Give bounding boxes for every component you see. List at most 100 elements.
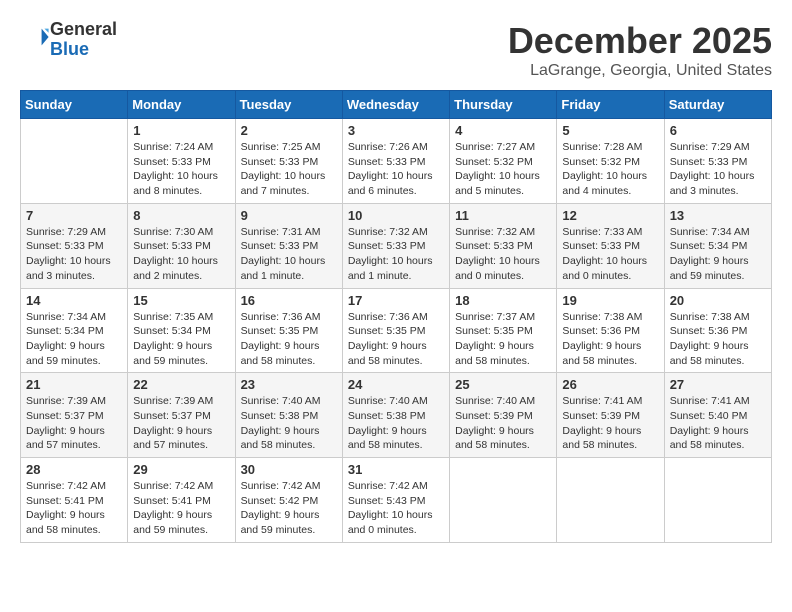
day-number: 11 xyxy=(455,208,551,223)
day-number: 29 xyxy=(133,462,229,477)
calendar-cell: 19Sunrise: 7:38 AM Sunset: 5:36 PM Dayli… xyxy=(557,288,664,373)
calendar-cell: 10 Sunrise: 7:32 AM Sunset: 5:33 PM Dayli… xyxy=(342,203,449,288)
day-info: Sunrise: 7:37 AM Sunset: 5:35 PM Dayligh… xyxy=(455,310,551,369)
calendar-week-row: 28 Sunrise: 7:42 AM Sunset: 5:41 PM Dayli… xyxy=(21,458,772,543)
logo-general-text: General xyxy=(50,20,117,40)
calendar-cell: 4Sunrise: 7:27 AM Sunset: 5:32 PM Daylig… xyxy=(450,119,557,204)
day-number: 23 xyxy=(241,377,337,392)
day-info: Sunrise: 7:30 AM Sunset: 5:33 PM Dayligh… xyxy=(133,225,229,284)
day-info: Sunrise: 7:29 AM Sunset: 5:33 PM Dayligh… xyxy=(670,140,766,199)
day-info: Sunrise: 7:40 AM Sunset: 5:39 PM Dayligh… xyxy=(455,394,551,453)
calendar-cell: 5 Sunrise: 7:28 AM Sunset: 5:32 PM Daylig… xyxy=(557,119,664,204)
day-number: 17 xyxy=(348,293,444,308)
calendar-cell: 21 Sunrise: 7:39 AM Sunset: 5:37 PM Dayli… xyxy=(21,373,128,458)
calendar-cell: 31Sunrise: 7:42 AM Sunset: 5:43 PM Dayli… xyxy=(342,458,449,543)
day-info: Sunrise: 7:32 AM Sunset: 5:33 PM Dayligh… xyxy=(455,225,551,284)
day-number: 27 xyxy=(670,377,766,392)
day-number: 13 xyxy=(670,208,766,223)
day-number: 15 xyxy=(133,293,229,308)
day-header-sunday: Sunday xyxy=(21,91,128,119)
day-info: Sunrise: 7:35 AM Sunset: 5:34 PM Dayligh… xyxy=(133,310,229,369)
day-info: Sunrise: 7:28 AM Sunset: 5:32 PM Dayligh… xyxy=(562,140,658,199)
day-header-monday: Monday xyxy=(128,91,235,119)
calendar-cell: 28 Sunrise: 7:42 AM Sunset: 5:41 PM Dayli… xyxy=(21,458,128,543)
calendar-cell: 6 Sunrise: 7:29 AM Sunset: 5:33 PM Daylig… xyxy=(664,119,771,204)
day-info: Sunrise: 7:38 AM Sunset: 5:36 PM Dayligh… xyxy=(562,310,658,369)
calendar-week-row: 7Sunrise: 7:29 AM Sunset: 5:33 PM Daylig… xyxy=(21,203,772,288)
logo: General Blue xyxy=(20,20,117,60)
calendar-cell xyxy=(664,458,771,543)
day-info: Sunrise: 7:39 AM Sunset: 5:37 PM Dayligh… xyxy=(133,394,229,453)
day-number: 14 xyxy=(26,293,122,308)
calendar-cell: 14 Sunrise: 7:34 AM Sunset: 5:34 PM Dayli… xyxy=(21,288,128,373)
day-number: 7 xyxy=(26,208,122,223)
calendar-cell: 8 Sunrise: 7:30 AM Sunset: 5:33 PM Daylig… xyxy=(128,203,235,288)
day-info: Sunrise: 7:36 AM Sunset: 5:35 PM Dayligh… xyxy=(348,310,444,369)
calendar-cell: 26 Sunrise: 7:41 AM Sunset: 5:39 PM Dayli… xyxy=(557,373,664,458)
day-info: Sunrise: 7:42 AM Sunset: 5:41 PM Dayligh… xyxy=(26,479,122,538)
day-header-saturday: Saturday xyxy=(664,91,771,119)
calendar-cell: 17 Sunrise: 7:36 AM Sunset: 5:35 PM Dayli… xyxy=(342,288,449,373)
day-number: 28 xyxy=(26,462,122,477)
day-number: 18 xyxy=(455,293,551,308)
title-area: December 2025 LaGrange, Georgia, United … xyxy=(508,20,772,80)
calendar-cell: 15 Sunrise: 7:35 AM Sunset: 5:34 PM Dayli… xyxy=(128,288,235,373)
day-number: 24 xyxy=(348,377,444,392)
day-number: 26 xyxy=(562,377,658,392)
day-number: 2 xyxy=(241,123,337,138)
day-number: 9 xyxy=(241,208,337,223)
day-info: Sunrise: 7:26 AM Sunset: 5:33 PM Dayligh… xyxy=(348,140,444,199)
day-number: 6 xyxy=(670,123,766,138)
day-header-tuesday: Tuesday xyxy=(235,91,342,119)
day-info: Sunrise: 7:42 AM Sunset: 5:42 PM Dayligh… xyxy=(241,479,337,538)
calendar-cell: 3Sunrise: 7:26 AM Sunset: 5:33 PM Daylig… xyxy=(342,119,449,204)
calendar-cell: 9 Sunrise: 7:31 AM Sunset: 5:33 PM Daylig… xyxy=(235,203,342,288)
calendar-week-row: 14 Sunrise: 7:34 AM Sunset: 5:34 PM Dayli… xyxy=(21,288,772,373)
day-header-wednesday: Wednesday xyxy=(342,91,449,119)
day-info: Sunrise: 7:36 AM Sunset: 5:35 PM Dayligh… xyxy=(241,310,337,369)
day-info: Sunrise: 7:39 AM Sunset: 5:37 PM Dayligh… xyxy=(26,394,122,453)
day-number: 20 xyxy=(670,293,766,308)
day-info: Sunrise: 7:25 AM Sunset: 5:33 PM Dayligh… xyxy=(241,140,337,199)
calendar-cell: 2 Sunrise: 7:25 AM Sunset: 5:33 PM Daylig… xyxy=(235,119,342,204)
calendar-header-row: SundayMondayTuesdayWednesdayThursdayFrid… xyxy=(21,91,772,119)
day-number: 8 xyxy=(133,208,229,223)
calendar-cell: 7Sunrise: 7:29 AM Sunset: 5:33 PM Daylig… xyxy=(21,203,128,288)
calendar-cell xyxy=(557,458,664,543)
day-number: 30 xyxy=(241,462,337,477)
calendar-week-row: 1Sunrise: 7:24 AM Sunset: 5:33 PM Daylig… xyxy=(21,119,772,204)
calendar-cell: 1Sunrise: 7:24 AM Sunset: 5:33 PM Daylig… xyxy=(128,119,235,204)
calendar-cell xyxy=(21,119,128,204)
day-info: Sunrise: 7:27 AM Sunset: 5:32 PM Dayligh… xyxy=(455,140,551,199)
day-number: 22 xyxy=(133,377,229,392)
day-number: 16 xyxy=(241,293,337,308)
calendar-cell: 16 Sunrise: 7:36 AM Sunset: 5:35 PM Dayli… xyxy=(235,288,342,373)
day-header-friday: Friday xyxy=(557,91,664,119)
day-info: Sunrise: 7:32 AM Sunset: 5:33 PM Dayligh… xyxy=(348,225,444,284)
day-info: Sunrise: 7:41 AM Sunset: 5:40 PM Dayligh… xyxy=(670,394,766,453)
calendar-cell: 29Sunrise: 7:42 AM Sunset: 5:41 PM Dayli… xyxy=(128,458,235,543)
day-info: Sunrise: 7:42 AM Sunset: 5:43 PM Dayligh… xyxy=(348,479,444,538)
day-info: Sunrise: 7:40 AM Sunset: 5:38 PM Dayligh… xyxy=(348,394,444,453)
day-number: 5 xyxy=(562,123,658,138)
day-header-thursday: Thursday xyxy=(450,91,557,119)
calendar-cell: 22 Sunrise: 7:39 AM Sunset: 5:37 PM Dayli… xyxy=(128,373,235,458)
calendar-cell: 25Sunrise: 7:40 AM Sunset: 5:39 PM Dayli… xyxy=(450,373,557,458)
day-info: Sunrise: 7:33 AM Sunset: 5:33 PM Dayligh… xyxy=(562,225,658,284)
calendar-cell: 20Sunrise: 7:38 AM Sunset: 5:36 PM Dayli… xyxy=(664,288,771,373)
calendar-cell: 30 Sunrise: 7:42 AM Sunset: 5:42 PM Dayli… xyxy=(235,458,342,543)
day-number: 21 xyxy=(26,377,122,392)
calendar-cell: 13 Sunrise: 7:34 AM Sunset: 5:34 PM Dayli… xyxy=(664,203,771,288)
day-number: 12 xyxy=(562,208,658,223)
day-info: Sunrise: 7:31 AM Sunset: 5:33 PM Dayligh… xyxy=(241,225,337,284)
day-info: Sunrise: 7:34 AM Sunset: 5:34 PM Dayligh… xyxy=(26,310,122,369)
location-text: LaGrange, Georgia, United States xyxy=(508,62,772,80)
day-number: 10 xyxy=(348,208,444,223)
day-info: Sunrise: 7:41 AM Sunset: 5:39 PM Dayligh… xyxy=(562,394,658,453)
calendar-table: SundayMondayTuesdayWednesdayThursdayFrid… xyxy=(20,90,772,543)
day-info: Sunrise: 7:34 AM Sunset: 5:34 PM Dayligh… xyxy=(670,225,766,284)
calendar-cell: 11 Sunrise: 7:32 AM Sunset: 5:33 PM Dayli… xyxy=(450,203,557,288)
calendar-cell: 27 Sunrise: 7:41 AM Sunset: 5:40 PM Dayli… xyxy=(664,373,771,458)
month-title: December 2025 xyxy=(508,20,772,62)
day-number: 1 xyxy=(133,123,229,138)
